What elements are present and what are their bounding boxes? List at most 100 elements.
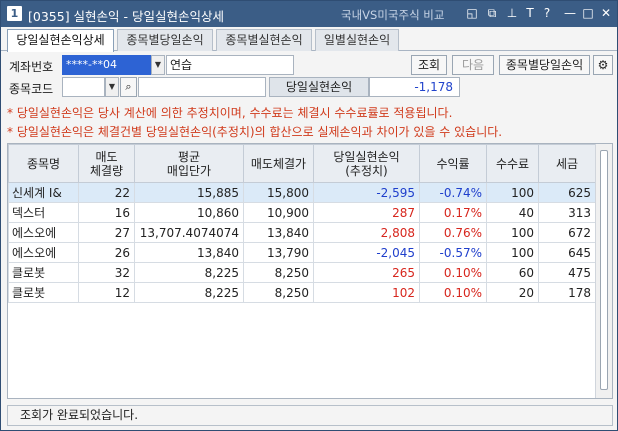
cell-pnl: -2,595 [313, 182, 420, 203]
window-number-badge[interactable]: 1 [7, 6, 22, 21]
cell-rate: 0.76% [419, 222, 487, 243]
cell-fee: 60 [486, 262, 539, 283]
settings-gear-icon[interactable]: ⚙ [593, 55, 613, 75]
cell-fee: 100 [486, 182, 539, 203]
layout-icon[interactable]: ◱ [464, 5, 480, 22]
cell-avg: 10,860 [134, 202, 244, 223]
tab-daily-realized-detail[interactable]: 당일실현손익상세 [7, 29, 114, 52]
scrollbar-thumb[interactable] [600, 150, 608, 390]
cell-rate: 0.10% [419, 262, 487, 283]
cell-pnl: 2,808 [313, 222, 420, 243]
pnl-table: 종목명 매도 체결량 평균 매입단가 매도체결가 당일실현손익 (추정치) 수익률 수… [8, 144, 596, 303]
vertical-scrollbar[interactable] [595, 144, 612, 398]
table-row[interactable]: 클로봇 12 8,225 8,250 102 0.10% 20 178 [8, 282, 596, 303]
cell-sell: 8,250 [243, 282, 314, 303]
cell-avg: 8,225 [134, 282, 244, 303]
cell-qty: 27 [78, 222, 135, 243]
stock-code-dropdown-icon[interactable]: ▼ [105, 77, 119, 97]
cell-rate: -0.57% [419, 242, 487, 263]
stock-code-input[interactable] [62, 77, 105, 97]
col-header-fee[interactable]: 수수료 [486, 144, 539, 183]
cell-avg: 8,225 [134, 262, 244, 283]
cell-fee: 100 [486, 222, 539, 243]
status-bar: 조회가 완료되었습니다. [7, 405, 613, 426]
summary-label: 당일실현손익 [269, 77, 369, 97]
cell-qty: 16 [78, 202, 135, 223]
tab-stock-daily-pnl[interactable]: 종목별당일손익 [117, 29, 213, 51]
col-header-sell-price[interactable]: 매도체결가 [243, 144, 314, 183]
cell-rate: 0.17% [419, 202, 487, 223]
account-number-input[interactable]: ****-**04 [62, 55, 151, 75]
cell-fee: 20 [486, 282, 539, 303]
table-row[interactable]: 신세계 I& 22 15,885 15,800 -2,595 -0.74% 100 625 [8, 182, 596, 203]
col-header-rate[interactable]: 수익률 [419, 144, 487, 183]
cell-rate: 0.10% [419, 282, 487, 303]
stock-code-label: 종목코드 [9, 82, 54, 96]
maximize-icon[interactable]: □ [580, 5, 596, 22]
table-header-row: 종목명 매도 체결량 평균 매입단가 매도체결가 당일실현손익 (추정치) 수익률 수… [8, 144, 596, 183]
cell-fee: 100 [486, 242, 539, 263]
cell-qty: 12 [78, 282, 135, 303]
cell-name: 에스오에 [8, 222, 79, 243]
cell-name: 덱스터 [8, 202, 79, 223]
account-dropdown-icon[interactable]: ▼ [151, 55, 165, 75]
cell-tax: 475 [538, 262, 596, 283]
tab-daily-realized-pnl[interactable]: 일별실현손익 [315, 29, 399, 51]
table-row[interactable]: 클로봇 32 8,225 8,250 265 0.10% 60 475 [8, 262, 596, 283]
cell-tax: 178 [538, 282, 596, 303]
cell-name: 클로봇 [8, 262, 79, 283]
compare-link[interactable]: 국내VS미국주식 비교 [341, 7, 444, 23]
app-window: 1 [0355] 실현손익 - 당일실현손익상세 국내VS미국주식 비교 ◱ ⧉… [0, 0, 618, 431]
cell-sell: 13,840 [243, 222, 314, 243]
note-line-2: * 당일실현손익은 체결건별 당일실현손익(추정치)의 합산으로 실제손익과 차… [7, 125, 503, 139]
tab-bar: 당일실현손익상세 종목별당일손익 종목별실현손익 일별실현손익 [1, 29, 617, 52]
cell-qty: 32 [78, 262, 135, 283]
title-bar: 1 [0355] 실현손익 - 당일실현손익상세 국내VS미국주식 비교 ◱ ⧉… [1, 1, 617, 27]
cell-sell: 15,800 [243, 182, 314, 203]
next-button[interactable]: 다음 [452, 55, 494, 75]
cell-rate: -0.74% [419, 182, 487, 203]
cell-pnl: 287 [313, 202, 420, 223]
cell-sell: 13,790 [243, 242, 314, 263]
font-size-icon[interactable]: T [522, 5, 538, 22]
cell-name: 에스오에 [8, 242, 79, 263]
account-name-field: 연습 [166, 55, 294, 75]
pnl-grid[interactable]: 종목명 매도 체결량 평균 매입단가 매도체결가 당일실현손익 (추정치) 수익률 수… [7, 143, 613, 399]
col-header-pnl[interactable]: 당일실현손익 (추정치) [313, 144, 420, 183]
window-title: [0355] 실현손익 - 당일실현손익상세 [28, 9, 224, 24]
stock-name-field [138, 77, 266, 97]
cell-name: 신세계 I& [8, 182, 79, 203]
cell-tax: 645 [538, 242, 596, 263]
note-line-1: * 당일실현손익은 당사 계산에 의한 추정치이며, 수수료는 체결시 수수료률… [7, 106, 453, 120]
search-button[interactable]: 조회 [411, 55, 447, 75]
col-header-tax[interactable]: 세금 [538, 144, 596, 183]
cell-qty: 22 [78, 182, 135, 203]
close-icon[interactable]: ✕ [598, 5, 614, 22]
cell-avg: 13,707.4074074 [134, 222, 244, 243]
cell-pnl: -2,045 [313, 242, 420, 263]
col-header-qty[interactable]: 매도 체결량 [78, 144, 135, 183]
table-row[interactable]: 에스오에 27 13,707.4074074 13,840 2,808 0.76% 100 6… [8, 222, 596, 243]
cell-pnl: 102 [313, 282, 420, 303]
summary-value: -1,178 [369, 77, 460, 97]
cell-pnl: 265 [313, 262, 420, 283]
cell-qty: 26 [78, 242, 135, 263]
pin-icon[interactable]: ⊥ [504, 5, 520, 22]
cell-avg: 13,840 [134, 242, 244, 263]
tab-stock-realized-pnl[interactable]: 종목별실현손익 [216, 29, 312, 51]
table-row[interactable]: 에스오에 26 13,840 13,790 -2,045 -0.57% 100 645 [8, 242, 596, 263]
table-row[interactable]: 덱스터 16 10,860 10,900 287 0.17% 40 313 [8, 202, 596, 223]
cell-fee: 40 [486, 202, 539, 223]
minimize-icon[interactable]: — [562, 5, 578, 22]
new-window-icon[interactable]: ⧉ [484, 5, 500, 22]
search-icon[interactable]: ⌕ [120, 77, 137, 97]
stock-daily-pnl-button[interactable]: 종목별당일손익 [499, 55, 590, 75]
col-header-avg-price[interactable]: 평균 매입단가 [134, 144, 244, 183]
account-label: 계좌번호 [9, 60, 54, 74]
cell-name: 클로봇 [8, 282, 79, 303]
help-icon[interactable]: ? [539, 5, 555, 22]
col-header-name[interactable]: 종목명 [8, 144, 79, 183]
cell-sell: 10,900 [243, 202, 314, 223]
cell-tax: 672 [538, 222, 596, 243]
cell-tax: 625 [538, 182, 596, 203]
